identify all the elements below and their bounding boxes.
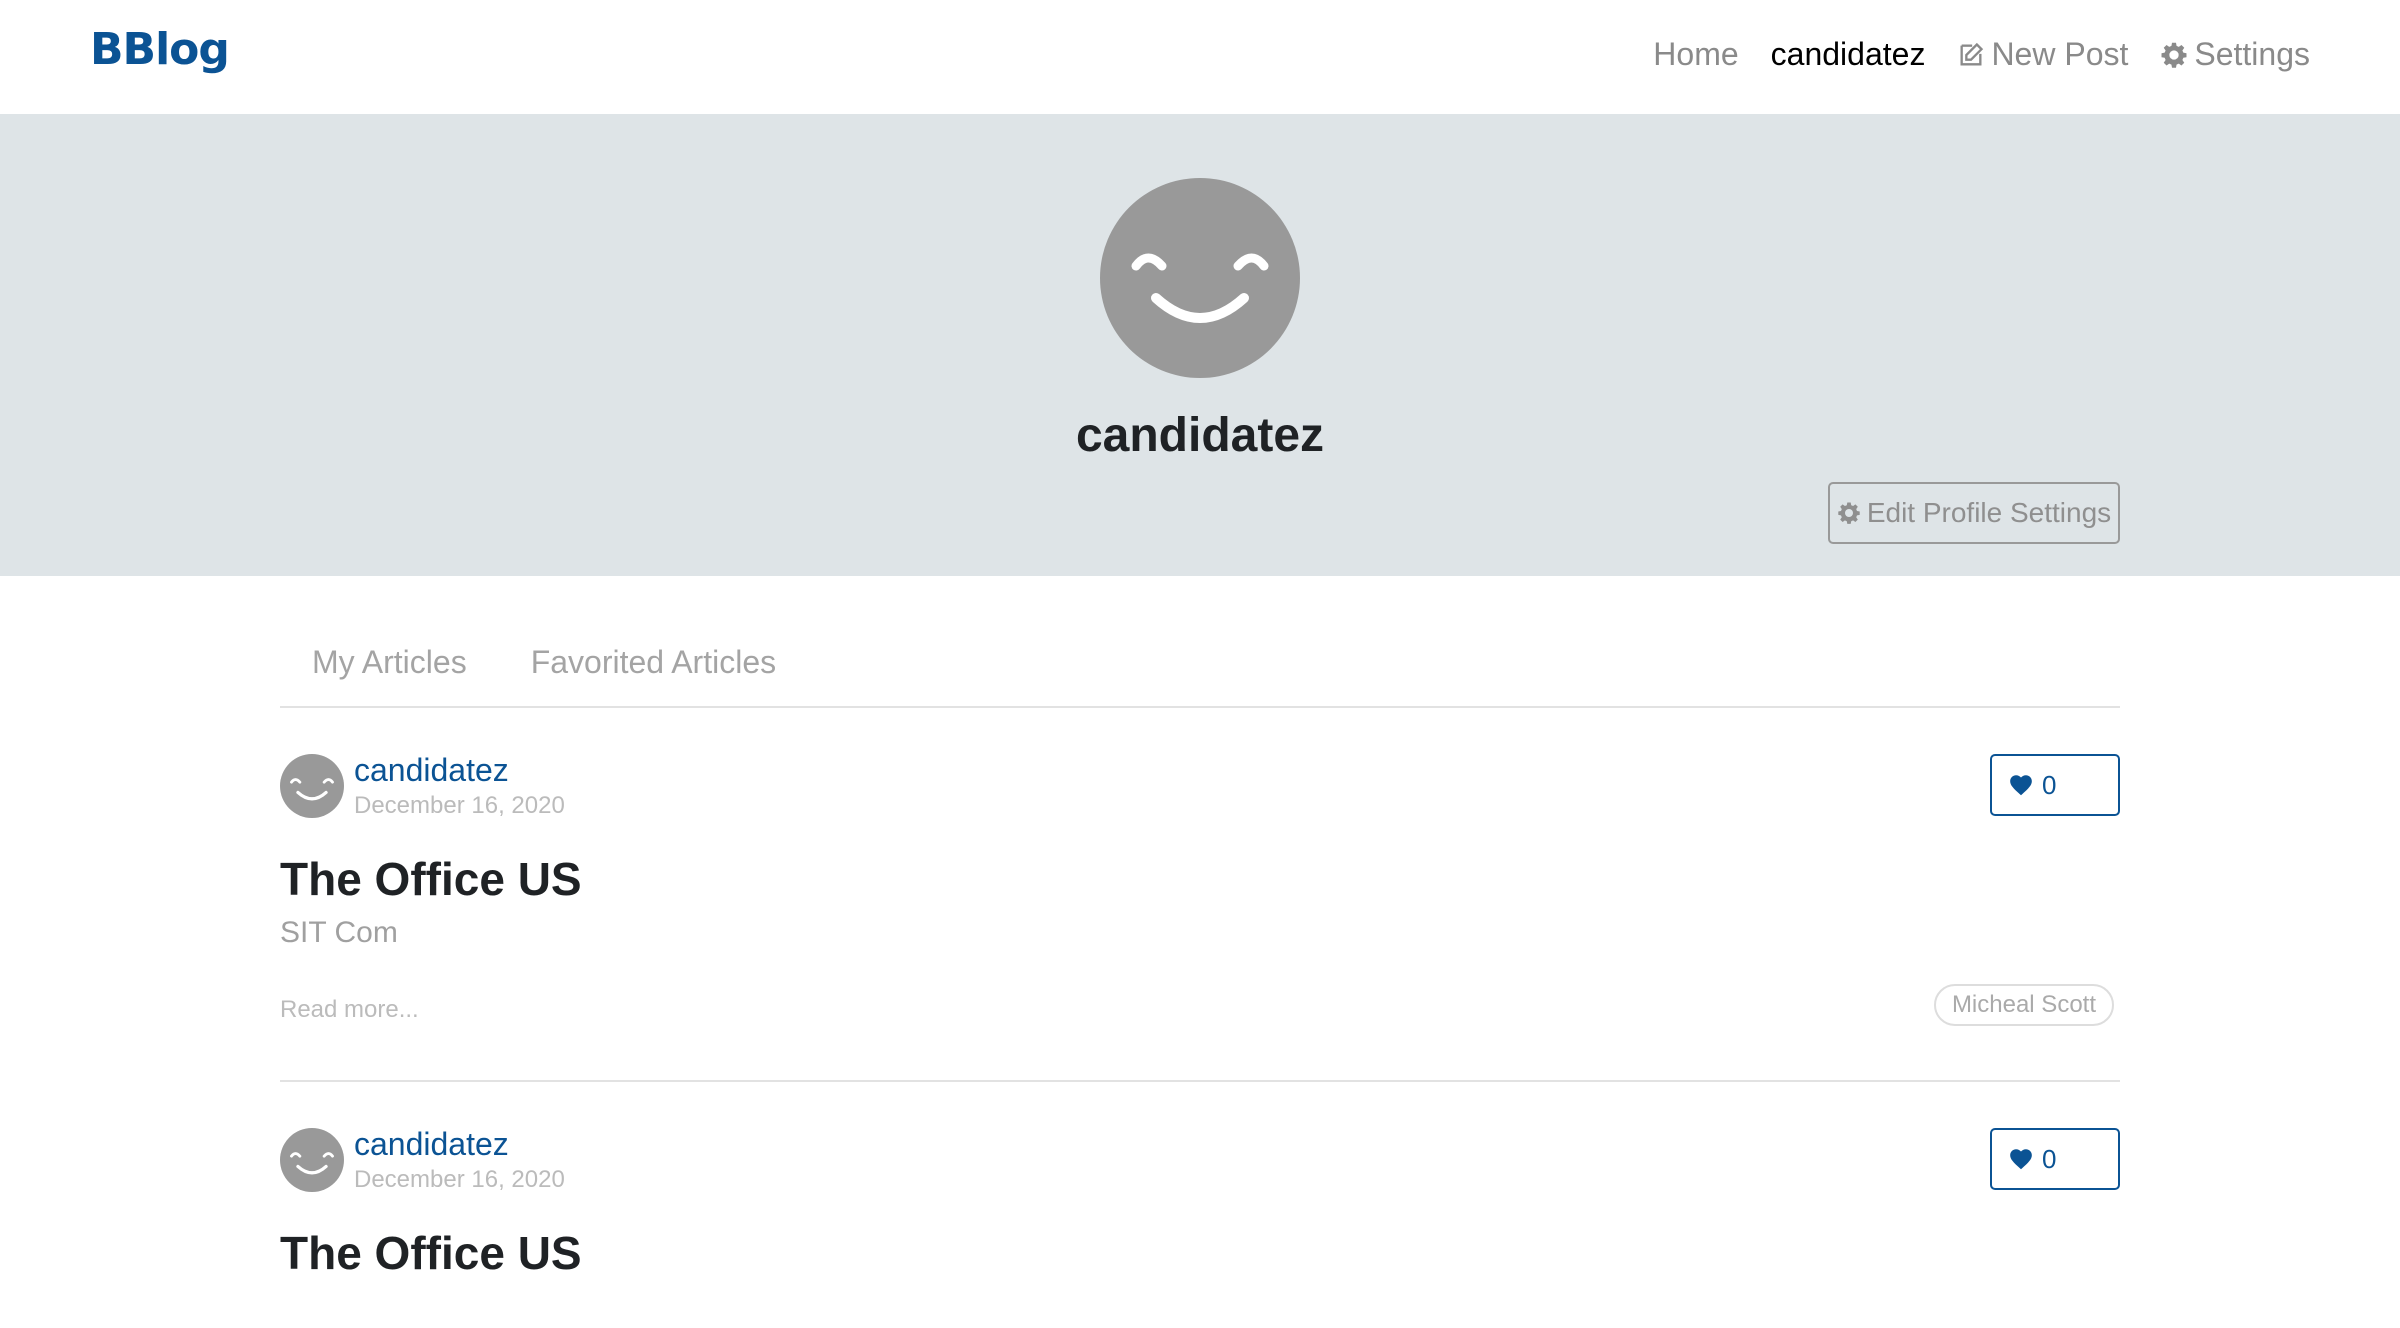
navbar: BBlog Home candidatez New Post Settings <box>0 0 2400 114</box>
article-author[interactable]: candidatez <box>354 752 509 789</box>
article-preview: candidatez December 16, 2020 0 The Offic… <box>280 1126 2120 1328</box>
nav-home[interactable]: Home <box>1653 36 1738 73</box>
smiley-face-icon <box>1100 178 1300 378</box>
nav-profile[interactable]: candidatez <box>1771 36 1926 73</box>
article-description: SIT Com <box>280 916 398 949</box>
article-title[interactable]: The Office US <box>280 1226 582 1280</box>
profile-username: candidatez <box>1075 409 1325 462</box>
tab-my-articles[interactable]: My Articles <box>280 630 499 706</box>
edit-icon <box>1960 42 1984 65</box>
nav-home-label: Home <box>1653 36 1739 72</box>
nav-settings[interactable]: Settings <box>2160 36 2310 73</box>
edit-profile-settings-label: Edit Profile Settings <box>1866 497 2112 528</box>
edit-profile-settings-button[interactable]: Edit Profile Settings <box>1828 482 2120 544</box>
brand-logo[interactable]: BBlog <box>90 24 230 75</box>
article-tag: Micheal Scott <box>1933 984 2114 1026</box>
article-date: December 16, 2020 <box>354 1166 565 1193</box>
nav-links: Home candidatez New Post Settings <box>1653 36 2310 73</box>
article-preview: candidatez December 16, 2020 0 The Offic… <box>280 752 2120 1082</box>
read-more-link[interactable]: Read more... <box>280 996 419 1024</box>
nav-new-post-label: New Post <box>1991 36 2129 72</box>
article-date: December 16, 2020 <box>354 792 565 819</box>
author-avatar[interactable] <box>280 754 344 818</box>
heart-icon <box>2010 775 2032 796</box>
gear-icon <box>2161 42 2187 68</box>
article-title[interactable]: The Office US <box>280 852 582 906</box>
nav-profile-label: candidatez <box>1770 36 1926 72</box>
gear-icon <box>1838 502 1860 524</box>
nav-new-post[interactable]: New Post <box>1957 36 2128 73</box>
favorite-count: 0 <box>2042 1143 2057 1174</box>
tab-favorited-articles[interactable]: Favorited Articles <box>499 630 808 706</box>
favorite-count: 0 <box>2042 769 2057 800</box>
article-author[interactable]: candidatez <box>354 1126 509 1163</box>
favorite-button[interactable]: 0 <box>1990 1128 2120 1190</box>
author-avatar[interactable] <box>280 1128 344 1192</box>
article-tabs: My Articles Favorited Articles <box>280 630 2120 708</box>
favorite-button[interactable]: 0 <box>1990 754 2120 816</box>
nav-settings-label: Settings <box>2194 36 2310 72</box>
heart-icon <box>2010 1149 2032 1170</box>
profile-banner: candidatez Edit Profile Settings <box>0 114 2400 576</box>
